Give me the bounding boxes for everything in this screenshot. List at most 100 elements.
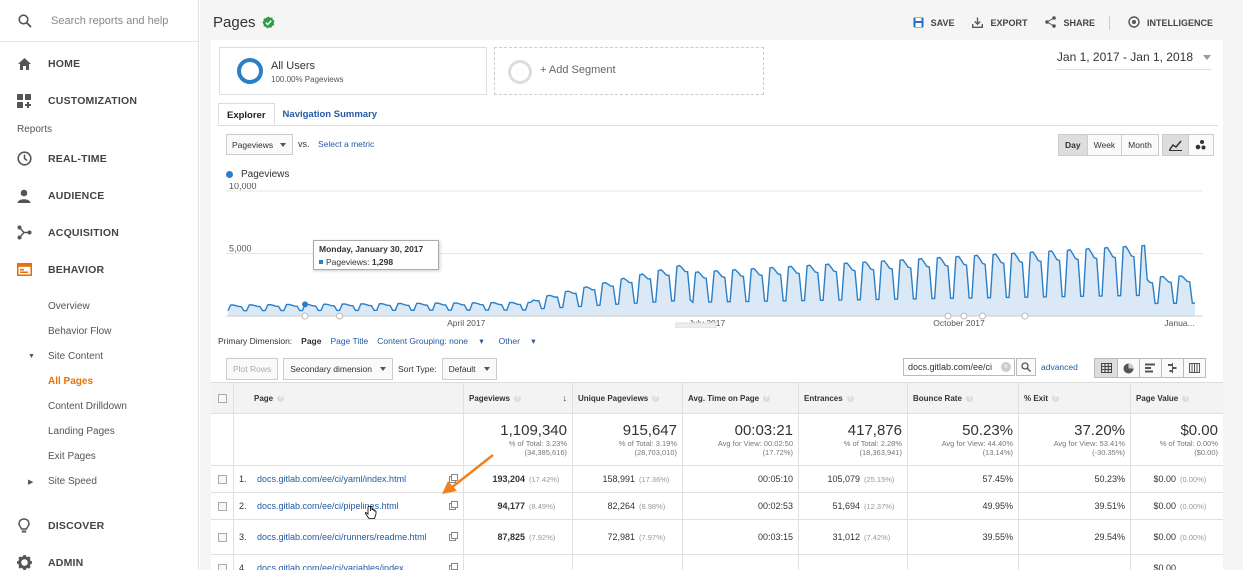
- open-external-icon[interactable]: [449, 562, 458, 570]
- help-icon[interactable]: ?: [763, 394, 771, 402]
- dimension-page-title[interactable]: Page Title: [330, 336, 368, 347]
- row-checkbox-cell: [211, 555, 234, 570]
- nav-behavior[interactable]: BEHAVIOR: [0, 251, 198, 288]
- metric-select[interactable]: Pageviews: [226, 134, 293, 155]
- pivot-view-button[interactable]: [1183, 359, 1205, 377]
- table-filter-input[interactable]: docs.gitlab.com/ee/ci ×: [903, 358, 1015, 376]
- chart-tooltip: Monday, January 30, 2017 Pageviews: 1,29…: [313, 240, 439, 270]
- table-view-button[interactable]: [1095, 359, 1117, 377]
- nav-behavior-overview[interactable]: Overview: [0, 294, 198, 319]
- export-button[interactable]: EXPORT: [972, 17, 1027, 30]
- table-row[interactable]: 3. docs.gitlab.com/ee/ci/runners/readme.…: [211, 520, 1223, 555]
- page-link[interactable]: docs.gitlab.com/ee/ci/pipelines.html: [257, 501, 437, 512]
- table-search-button[interactable]: [1016, 358, 1036, 376]
- plot-rows-button[interactable]: Plot Rows: [226, 358, 279, 380]
- metric-value: 87,825: [497, 532, 525, 542]
- tab-explorer[interactable]: Explorer: [218, 103, 275, 125]
- x-tick-label: April 2017: [447, 318, 486, 328]
- nav-audience[interactable]: AUDIENCE: [0, 177, 198, 214]
- help-icon[interactable]: ?: [513, 394, 521, 402]
- column-header-avg-time[interactable]: Avg. Time on Page?: [683, 383, 799, 413]
- nav-behavior-flow[interactable]: Behavior Flow: [0, 319, 198, 344]
- nav-customization-label: CUSTOMIZATION: [48, 94, 138, 107]
- nav-site-speed[interactable]: ▶ Site Speed: [0, 469, 198, 494]
- help-icon[interactable]: ?: [652, 394, 660, 402]
- row-checkbox[interactable]: [217, 474, 227, 484]
- nav-realtime[interactable]: REAL-TIME: [0, 140, 198, 177]
- period-week-button[interactable]: Week: [1086, 135, 1122, 155]
- select-metric-link[interactable]: Select a metric: [318, 139, 374, 149]
- help-icon[interactable]: ?: [965, 394, 973, 402]
- sidebar-search[interactable]: Search reports and help: [0, 0, 198, 42]
- nav-landing-pages[interactable]: Landing Pages: [0, 419, 198, 444]
- nav-admin[interactable]: ADMIN: [0, 544, 198, 570]
- help-icon[interactable]: ?: [277, 394, 285, 402]
- comparison-view-button[interactable]: [1161, 359, 1183, 377]
- row-checkbox[interactable]: [217, 501, 227, 511]
- home-icon: [16, 56, 32, 72]
- motion-chart-button[interactable]: [1188, 135, 1213, 155]
- table-row[interactable]: 4. docs.gitlab.com/ee/ci/variables/index…: [211, 555, 1223, 570]
- share-button[interactable]: SHARE: [1045, 16, 1095, 30]
- help-icon[interactable]: ?: [846, 394, 854, 402]
- column-header-exit[interactable]: % Exit?: [1019, 383, 1131, 413]
- line-chart-button[interactable]: [1163, 135, 1188, 155]
- sort-type-value: Default: [448, 364, 476, 374]
- column-header-pageviews[interactable]: Pageviews? ↓: [464, 383, 573, 413]
- total-note: ($0.00): [1194, 448, 1218, 457]
- advanced-filter-link[interactable]: advanced: [1041, 362, 1078, 372]
- page-link[interactable]: docs.gitlab.com/ee/ci/runners/readme.htm…: [257, 532, 437, 543]
- search-placeholder[interactable]: Search reports and help: [51, 15, 168, 27]
- open-external-icon[interactable]: [449, 531, 458, 543]
- metric-select-value: Pageviews: [232, 139, 274, 150]
- metric-percent: (17.42%): [529, 474, 560, 484]
- secondary-dimension-select[interactable]: Secondary dimension: [283, 358, 394, 380]
- dimension-page[interactable]: Page: [301, 336, 321, 347]
- nav-all-pages[interactable]: All Pages: [0, 369, 198, 394]
- nav-discover[interactable]: DISCOVER: [0, 507, 198, 544]
- total-note: % of Total: 3.19%: [618, 439, 677, 448]
- totals-blank-cell: [211, 414, 234, 465]
- open-external-icon[interactable]: [449, 500, 458, 512]
- segment-all-users[interactable]: All Users 100.00% Pageviews: [219, 47, 487, 95]
- behavior-icon: [16, 262, 32, 278]
- save-button[interactable]: SAVE: [913, 17, 954, 30]
- intelligence-button[interactable]: INTELLIGENCE: [1128, 16, 1213, 30]
- nav-customization[interactable]: CUSTOMIZATION: [0, 82, 198, 119]
- row-checkbox-cell: [211, 466, 234, 492]
- period-day-button[interactable]: Day: [1059, 135, 1087, 155]
- row-checkbox[interactable]: [217, 532, 227, 542]
- page-link[interactable]: docs.gitlab.com/ee/ci/yaml/index.html: [257, 474, 437, 485]
- nav-acquisition[interactable]: ACQUISITION: [0, 214, 198, 251]
- dimension-other[interactable]: Other ▾: [499, 336, 536, 347]
- table-row[interactable]: 2. docs.gitlab.com/ee/ci/pipelines.html …: [211, 493, 1223, 520]
- nav-site-content[interactable]: ▼ Site Content: [0, 344, 198, 369]
- nav-home[interactable]: HOME: [0, 45, 198, 82]
- column-header-unique-pageviews[interactable]: Unique Pageviews?: [573, 383, 683, 413]
- row-number: 4.: [239, 563, 247, 570]
- dimension-content-grouping[interactable]: Content Grouping: none ▾: [377, 336, 483, 347]
- metric-value: 50.23%: [1094, 474, 1125, 484]
- period-month-button[interactable]: Month: [1121, 135, 1158, 155]
- sort-type-select[interactable]: Default: [441, 358, 497, 380]
- date-range-picker[interactable]: Jan 1, 2017 - Jan 1, 2018: [1056, 50, 1211, 70]
- row-checkbox[interactable]: [217, 563, 227, 570]
- add-segment-button[interactable]: + Add Segment: [494, 47, 764, 95]
- total-note: Avg for View: 44.40%: [941, 439, 1013, 448]
- select-all-checkbox[interactable]: [217, 393, 227, 403]
- performance-view-button[interactable]: [1139, 359, 1161, 377]
- column-header-page-value[interactable]: Page Value?: [1131, 383, 1223, 413]
- column-header-page[interactable]: Page?: [234, 383, 464, 413]
- table-row[interactable]: 1. docs.gitlab.com/ee/ci/yaml/index.html…: [211, 466, 1223, 493]
- tab-navigation-summary[interactable]: Navigation Summary: [275, 103, 386, 125]
- column-header-bounce-rate[interactable]: Bounce Rate?: [908, 383, 1019, 413]
- page-link[interactable]: docs.gitlab.com/ee/ci/variables/index.: [257, 563, 437, 570]
- help-icon[interactable]: ?: [1182, 394, 1190, 402]
- pie-view-button[interactable]: [1117, 359, 1139, 377]
- nav-exit-pages[interactable]: Exit Pages: [0, 444, 198, 469]
- annotation-arrow: [442, 454, 494, 494]
- column-header-entrances[interactable]: Entrances?: [799, 383, 908, 413]
- help-icon[interactable]: ?: [1052, 394, 1060, 402]
- nav-content-drilldown[interactable]: Content Drilldown: [0, 394, 198, 419]
- clear-icon[interactable]: ×: [1001, 362, 1011, 372]
